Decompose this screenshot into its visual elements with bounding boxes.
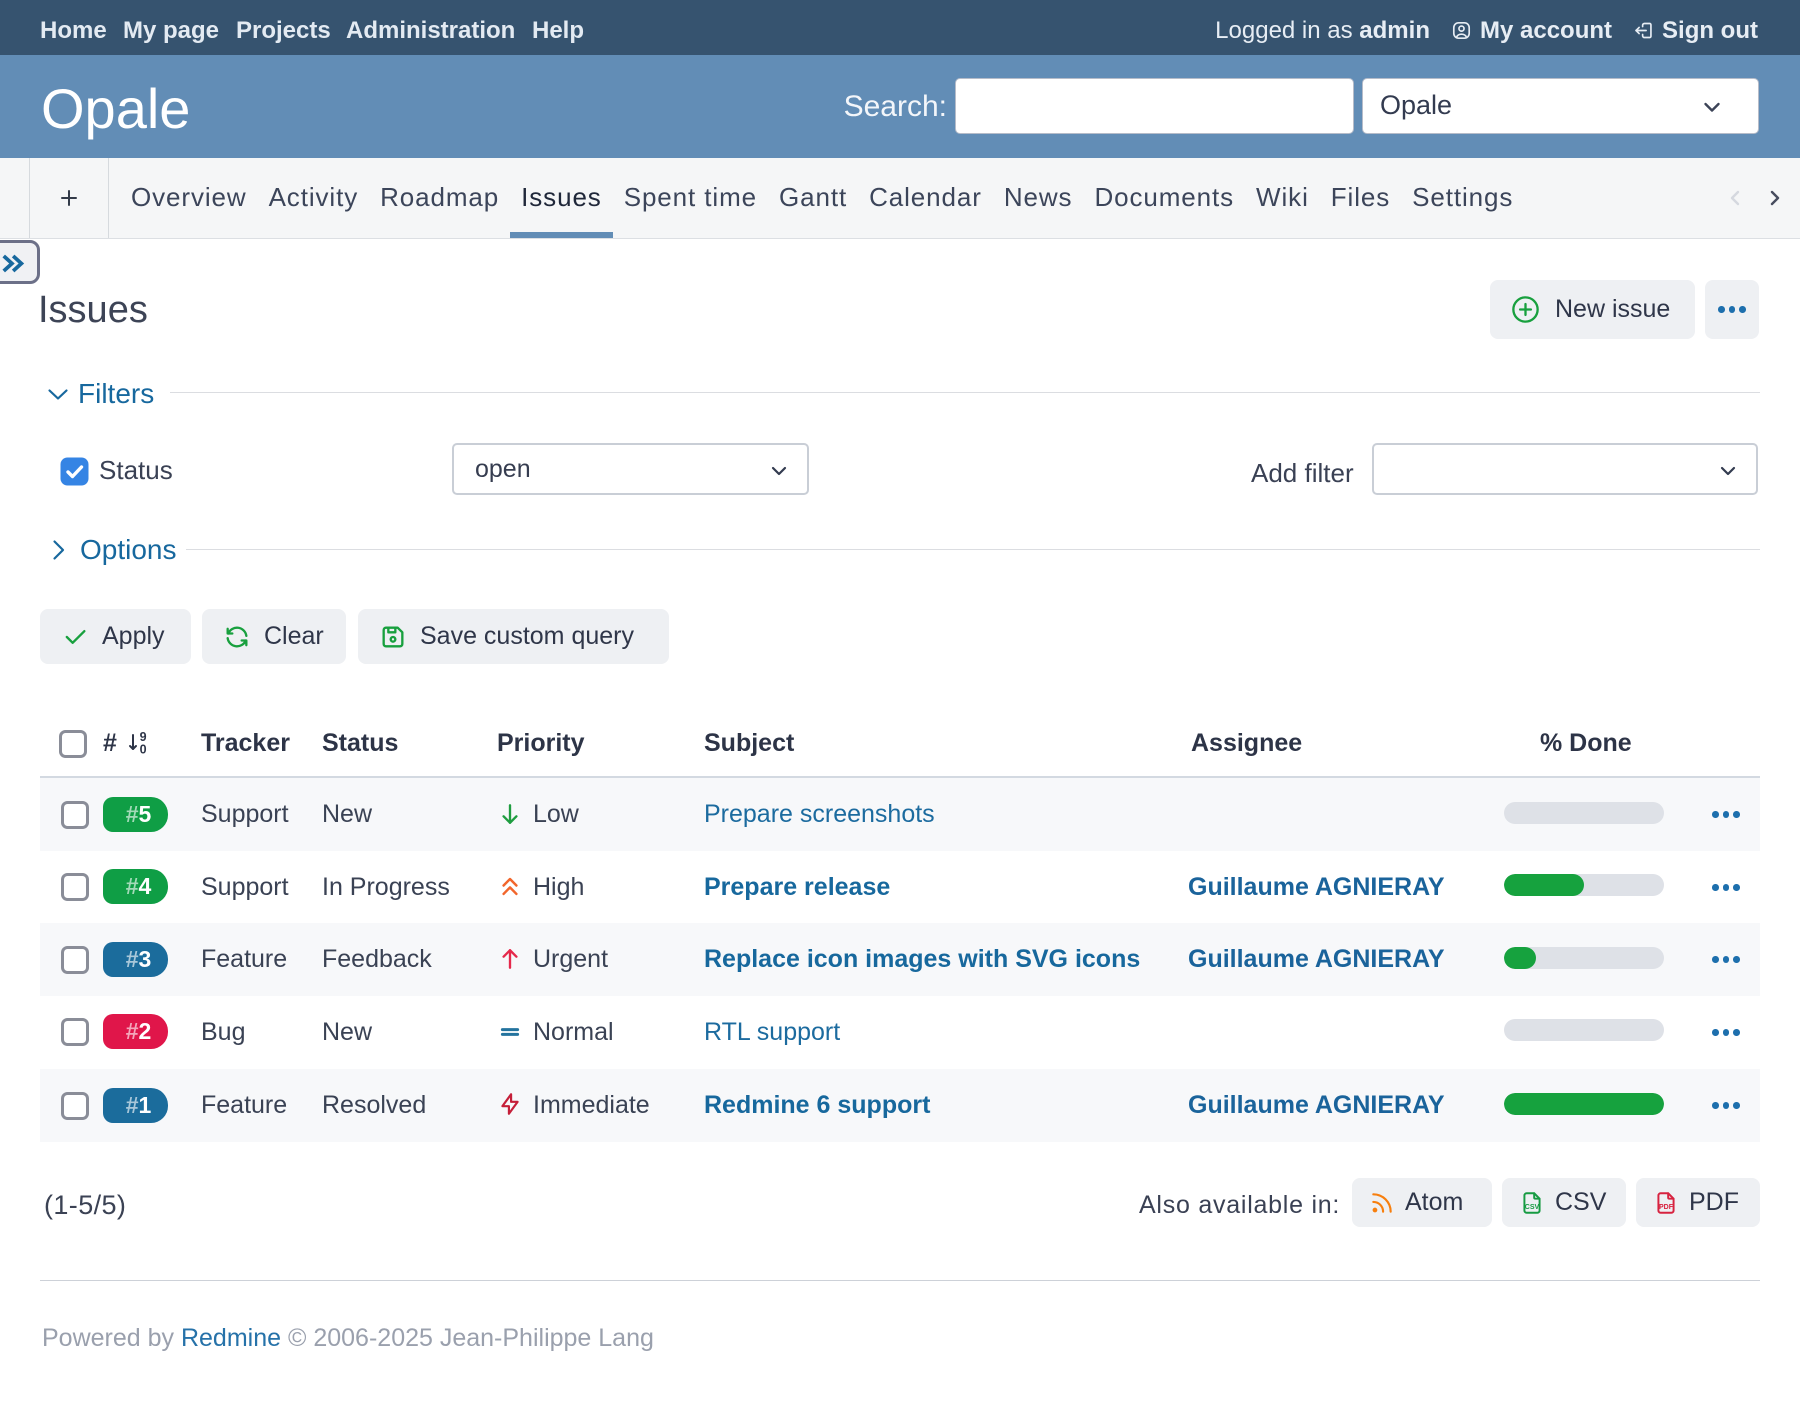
- svg-text:PDF: PDF: [1659, 1203, 1674, 1210]
- svg-text:0: 0: [140, 743, 147, 756]
- svg-text:CSV: CSV: [1525, 1203, 1540, 1210]
